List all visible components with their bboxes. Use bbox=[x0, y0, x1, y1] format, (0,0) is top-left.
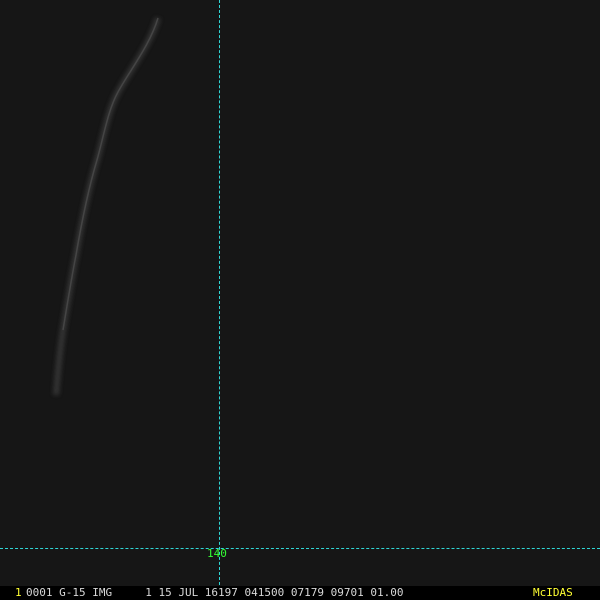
latitude-grid-line bbox=[0, 548, 600, 549]
mcidas-logo-text: McIDAS bbox=[533, 586, 573, 599]
frame-number: 1 bbox=[15, 586, 22, 599]
satellite-imagery bbox=[53, 17, 161, 396]
image-viewport[interactable]: 140 bbox=[0, 0, 600, 600]
status-bar: 1 0001 G-15 IMG 1 15 JUL 16197 041500 07… bbox=[0, 586, 600, 600]
coastline-edge bbox=[62, 17, 159, 331]
coastline-glow bbox=[53, 17, 161, 396]
longitude-grid-line bbox=[219, 0, 220, 585]
longitude-label: 140 bbox=[207, 547, 227, 560]
image-info-text: 0001 G-15 IMG 1 15 JUL 16197 041500 0717… bbox=[26, 586, 404, 599]
